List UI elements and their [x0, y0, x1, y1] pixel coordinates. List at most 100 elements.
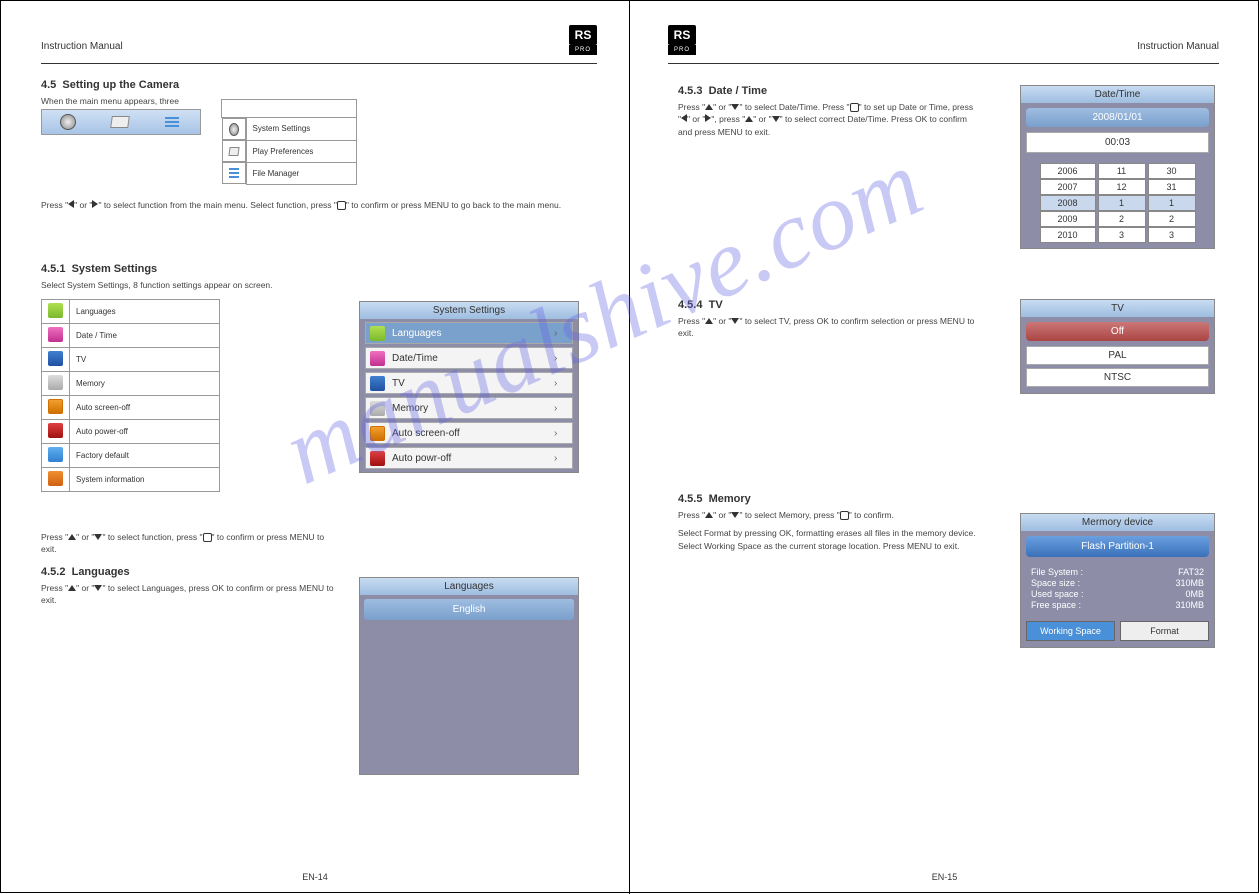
osd-sys-title: System Settings	[360, 302, 578, 319]
osd-tv-ntsc[interactable]: NTSC	[1026, 368, 1209, 387]
section-4-5-3: 4.5.3 Date / Time Press "" or "" to sele…	[678, 85, 978, 138]
sec-4-5-2-title: 4.5.2 Languages	[41, 566, 341, 578]
osd-lang-english[interactable]: English	[364, 599, 574, 620]
mod-files-label: File Manager	[246, 162, 356, 184]
osd-dt-picker: 2006 2007 2008 2009 2010 11 12 1 2 3 30 …	[1021, 158, 1214, 248]
lang-label: Languages	[70, 300, 220, 324]
sec-4-5-5-title: 4.5.5 Memory	[678, 493, 978, 505]
left-arrow-icon	[681, 114, 687, 122]
osd-sys-tv[interactable]: TV›	[365, 372, 573, 394]
memory-label: Memory	[70, 372, 220, 396]
header-rule-right	[668, 63, 1219, 64]
mod-files-icon	[222, 162, 246, 184]
factory-label: Factory default	[70, 444, 220, 468]
section-4-5-5: 4.5.5 Memory Press "" or "" to select Me…	[678, 493, 978, 552]
tv-label: TV	[70, 348, 220, 372]
osd-languages: Languages English	[359, 577, 579, 775]
up-arrow-icon	[705, 104, 713, 110]
osd-dt-title: Date/Time	[1021, 86, 1214, 103]
down-arrow-icon	[731, 104, 739, 110]
mem-instr-1: Press "" or "" to select Memory, press "…	[678, 509, 978, 521]
datetime-icon	[48, 327, 63, 342]
osd-sys-datetime[interactable]: Date/Time›	[365, 347, 573, 369]
osd-datetime: Date/Time 2008/01/01 00:03 2006 2007 200…	[1020, 85, 1215, 249]
ok-button-icon	[850, 103, 859, 112]
sec-4-5-title: 4.5 Setting up the Camera	[41, 79, 601, 91]
osd-tv: TV Off PAL NTSC	[1020, 299, 1215, 394]
pagenum-left: EN-14	[302, 872, 328, 882]
system-items-table: Languages Date / Time TV Memory Auto scr…	[41, 299, 220, 492]
osd-dt-date[interactable]: 2008/01/01	[1026, 108, 1209, 127]
sec-4-5-3-title: 4.5.3 Date / Time	[678, 85, 978, 97]
osd-memory: Mermory device Flash Partition-1 File Sy…	[1020, 513, 1215, 648]
pro-text: PRO	[569, 45, 597, 55]
memory-icon	[48, 375, 63, 390]
dt-day-col[interactable]: 30 31 1 2 3	[1148, 163, 1196, 243]
tab-system-icon	[42, 114, 94, 130]
mod-sys-icon	[222, 118, 246, 140]
rs-text: RS	[569, 25, 597, 45]
mem-instr-2: Select Format by pressing OK, formatting…	[678, 527, 978, 552]
sec-4-5-1-text: Select System Settings, 8 function setti…	[41, 279, 341, 291]
osd-tv-off[interactable]: Off	[1026, 322, 1209, 341]
ok-button-icon	[203, 533, 212, 542]
rs-pro-logo: RS PRO	[569, 25, 597, 55]
tab-play-icon	[94, 116, 146, 128]
osd-sys-languages[interactable]: Languages›	[365, 322, 573, 344]
tv-instr: Press "" or "" to select TV, press OK to…	[678, 315, 978, 340]
right-arrow-icon	[705, 114, 711, 122]
osd-dt-time[interactable]: 00:03	[1026, 132, 1209, 153]
up-arrow-icon	[705, 318, 713, 324]
sec-4-5-4-title: 4.5.4 TV	[678, 299, 978, 311]
sys-instr: Press "" or "" to select function, press…	[41, 531, 341, 556]
osd-mem-device[interactable]: Flash Partition-1	[1026, 536, 1209, 557]
pagenum-right: EN-15	[932, 872, 958, 882]
ok-button-icon	[337, 201, 346, 210]
mod-sys-label: System Settings	[246, 118, 356, 141]
dt-year-col[interactable]: 2006 2007 2008 2009 2010	[1040, 163, 1096, 243]
sysinfo-label: System information	[70, 468, 220, 492]
tab-files-icon	[146, 117, 198, 127]
osd-sys-memory[interactable]: Memory›	[365, 397, 573, 419]
main-menu-tabbar	[41, 109, 201, 135]
doc-title-left: Instruction Manual	[41, 41, 123, 52]
sec-4-5-1-title: 4.5.1 System Settings	[41, 263, 341, 275]
up-arrow-icon	[68, 534, 76, 540]
osd-tv-pal[interactable]: PAL	[1026, 346, 1209, 365]
osd-system-settings: System Settings Languages› Date/Time› TV…	[359, 301, 579, 473]
rs-pro-logo: RS PRO	[668, 25, 696, 55]
pro-text: PRO	[668, 45, 696, 55]
screenoff-label: Auto screen-off	[70, 396, 220, 420]
header-rule-left	[41, 63, 597, 64]
section-4-5-4: 4.5.4 TV Press "" or "" to select TV, pr…	[678, 299, 978, 340]
lang-icon	[48, 303, 63, 318]
down-arrow-icon	[94, 534, 102, 540]
modules-table: System Settings Play Preferences File Ma…	[221, 99, 357, 185]
osd-sys-poweroff[interactable]: Auto powr-off›	[365, 447, 573, 469]
modules-instr: Press "" or "" to select function from t…	[41, 199, 601, 211]
dt-instr: Press "" or "" to select Date/Time. Pres…	[678, 101, 978, 138]
working-space-button[interactable]: Working Space	[1026, 621, 1115, 641]
screenoff-icon	[48, 399, 63, 414]
page-right: RS PRO Instruction Manual 4.5.3 Date / T…	[630, 1, 1259, 894]
modules-header	[222, 100, 357, 118]
right-arrow-icon	[92, 200, 98, 208]
format-button[interactable]: Format	[1120, 621, 1209, 641]
mod-play-label: Play Preferences	[246, 140, 356, 162]
rs-text: RS	[668, 25, 696, 45]
poweroff-icon	[48, 423, 63, 438]
up-arrow-icon	[745, 116, 753, 122]
up-arrow-icon	[705, 512, 713, 518]
poweroff-label: Auto power-off	[70, 420, 220, 444]
osd-mem-info: File System :FAT32 Space size :310MB Use…	[1021, 562, 1214, 615]
up-arrow-icon	[68, 585, 76, 591]
factory-icon	[48, 447, 63, 462]
doc-title-right: Instruction Manual	[1137, 41, 1219, 52]
dt-month-col[interactable]: 11 12 1 2 3	[1098, 163, 1146, 243]
ok-button-icon	[840, 511, 849, 520]
mod-play-icon	[222, 140, 246, 162]
osd-sys-screenoff[interactable]: Auto screen-off›	[365, 422, 573, 444]
sysinfo-icon	[48, 471, 63, 486]
page-left: RS PRO Instruction Manual 4.5 Setting up…	[1, 1, 630, 894]
tv-icon	[48, 351, 63, 366]
